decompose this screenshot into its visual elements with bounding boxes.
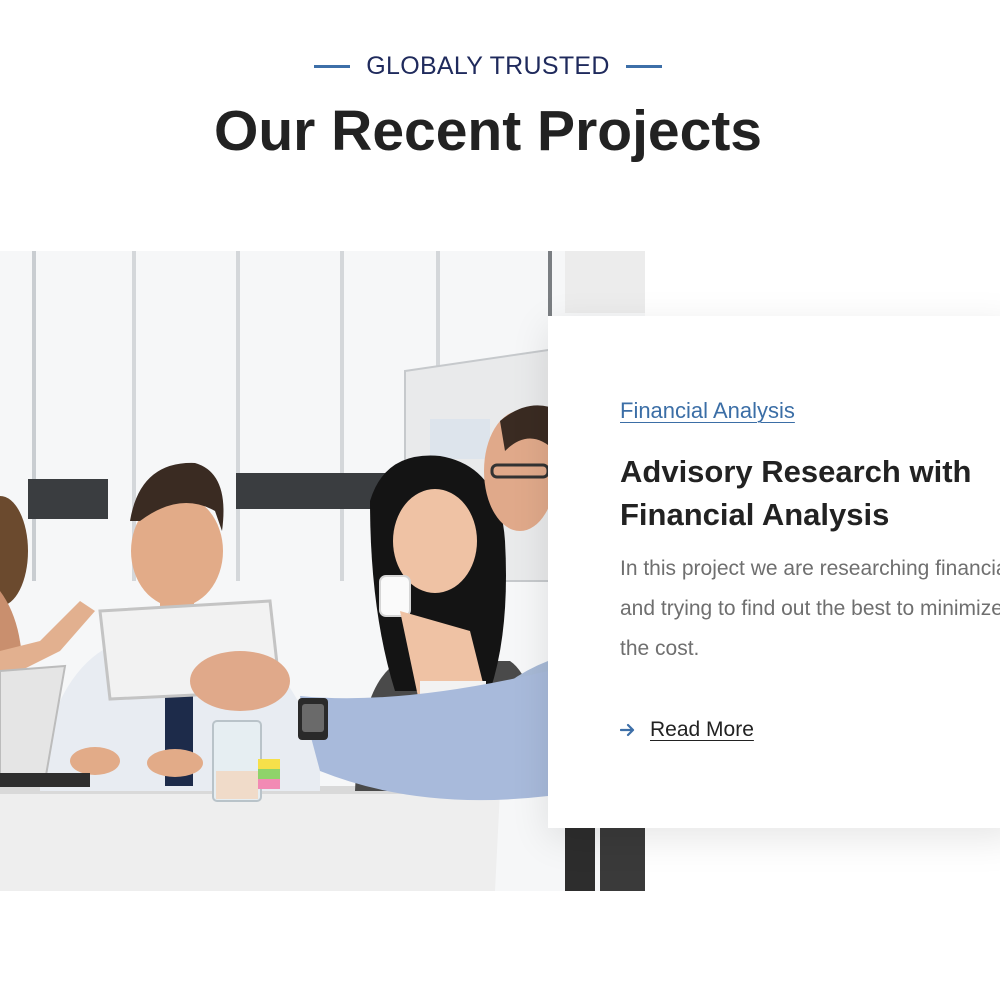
eyebrow-line-right <box>625 65 662 68</box>
eyebrow-text: GLOBALY TRUSTED <box>366 52 610 80</box>
section-eyebrow: GLOBALY TRUSTED <box>0 52 976 81</box>
project-title[interactable]: Advisory Research with Financial Analysi… <box>620 450 1000 536</box>
recent-projects-section: GLOBALY TRUSTED Our Recent Projects Fina… <box>0 0 1000 1000</box>
project-category-link[interactable]: Financial Analysis <box>620 398 795 424</box>
project-card: Financial Analysis Advisory Research wit… <box>548 316 1000 828</box>
eyebrow-line-left <box>314 65 351 68</box>
read-more-label: Read More <box>650 718 754 741</box>
read-more-link[interactable]: Read More <box>620 718 754 742</box>
section-title: Our Recent Projects <box>213 99 762 163</box>
arrow-right-icon <box>620 723 635 737</box>
project-description: In this project we are researching finan… <box>620 557 1000 660</box>
